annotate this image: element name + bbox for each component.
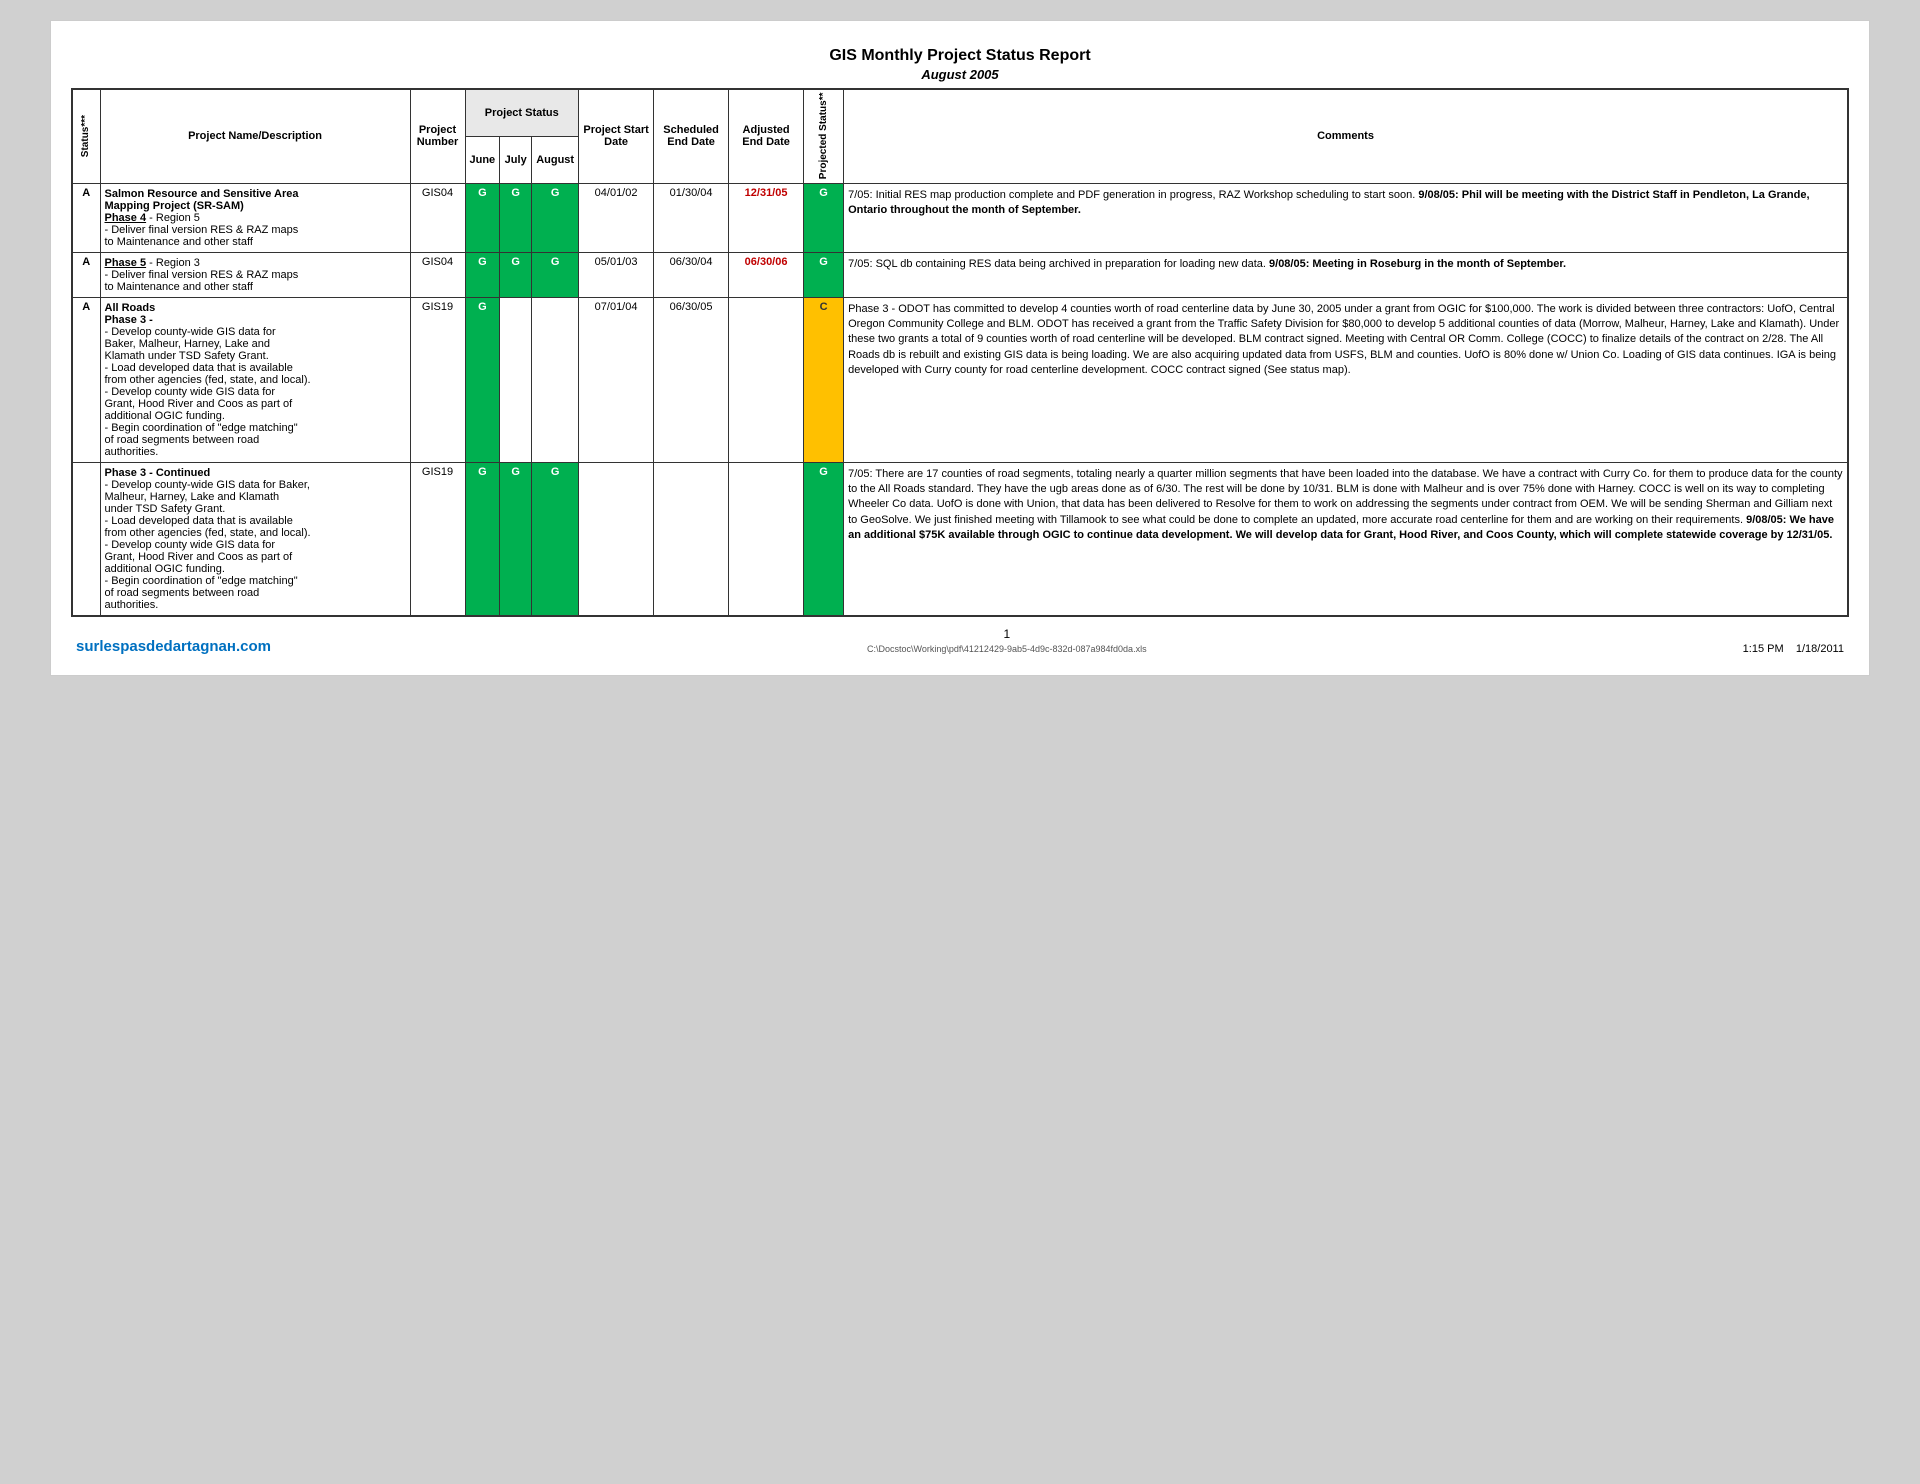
comments-cell: 7/05: There are 17 counties of road segm… (844, 462, 1848, 616)
project-number-header: Project Number (410, 89, 465, 183)
scheduled-end-cell: 01/30/04 (654, 183, 729, 252)
august-status (532, 297, 579, 462)
adjusted-end-cell (729, 297, 804, 462)
august-status: G (532, 252, 579, 297)
project-number-cell: GIS04 (410, 183, 465, 252)
project-name-cell: Phase 3 - Continued - Develop county-wid… (100, 462, 410, 616)
comments-cell: Phase 3 - ODOT has committed to develop … (844, 297, 1848, 462)
start-date-header: Project Start Date (579, 89, 654, 183)
status-header: Status*** (72, 89, 100, 183)
june-status: G (465, 183, 500, 252)
report-title: GIS Monthly Project Status Report (71, 41, 1849, 67)
page: GIS Monthly Project Status Report August… (50, 20, 1870, 676)
june-status: G (465, 297, 500, 462)
project-name-cell: Phase 5 - Region 3 - Deliver final versi… (100, 252, 410, 297)
project-name-cell: All RoadsPhase 3 - - Develop county-wide… (100, 297, 410, 462)
adjusted-end-cell: 06/30/06 (729, 252, 804, 297)
projected-status-header: Projected Status** (804, 89, 844, 183)
table-row: APhase 5 - Region 3 - Deliver final vers… (72, 252, 1848, 297)
projected-status-cell: G (804, 183, 844, 252)
august-header: August (532, 137, 579, 184)
table-row: AAll RoadsPhase 3 - - Develop county-wid… (72, 297, 1848, 462)
row-status (72, 462, 100, 616)
start-date-cell: 04/01/02 (579, 183, 654, 252)
header-row-1: Status*** Project Name/Description Proje… (72, 89, 1848, 137)
timestamp: 1:15 PM 1/18/2011 (1743, 643, 1844, 655)
footer: surlespasdedartagnан.com 1 C:\Docstoc\Wo… (71, 627, 1849, 655)
comments-cell: 7/05: Initial RES map production complet… (844, 183, 1848, 252)
table-row: Phase 3 - Continued - Develop county-wid… (72, 462, 1848, 616)
row-status: A (72, 252, 100, 297)
adjusted-end-cell: 12/31/05 (729, 183, 804, 252)
row-status: A (72, 297, 100, 462)
page-number: 1 C:\Docstoc\Working\pdf\41212429-9ab5-4… (867, 627, 1147, 655)
scheduled-end-cell: 06/30/05 (654, 297, 729, 462)
start-date-cell (579, 462, 654, 616)
july-status: G (500, 252, 532, 297)
start-date-cell: 07/01/04 (579, 297, 654, 462)
projected-status-cell: C (804, 297, 844, 462)
row-status: A (72, 183, 100, 252)
table-row: ASalmon Resource and Sensitive AreaMappi… (72, 183, 1848, 252)
scheduled-end-cell (654, 462, 729, 616)
august-status: G (532, 183, 579, 252)
project-number-cell: GIS19 (410, 297, 465, 462)
start-date-cell: 05/01/03 (579, 252, 654, 297)
june-status: G (465, 252, 500, 297)
august-status: G (532, 462, 579, 616)
comments-cell: 7/05: SQL db containing RES data being a… (844, 252, 1848, 297)
project-name-header: Project Name/Description (100, 89, 410, 183)
july-status: G (500, 462, 532, 616)
scheduled-end-header: Scheduled End Date (654, 89, 729, 183)
june-header: June (465, 137, 500, 184)
adjusted-end-header: Adjusted End Date (729, 89, 804, 183)
project-name-cell: Salmon Resource and Sensitive AreaMappin… (100, 183, 410, 252)
project-number-cell: GIS04 (410, 252, 465, 297)
projected-status-cell: G (804, 252, 844, 297)
status-table: Status*** Project Name/Description Proje… (71, 88, 1849, 617)
report-subtitle: August 2005 (71, 67, 1849, 88)
project-status-header: Project Status (465, 89, 579, 137)
july-header: July (500, 137, 532, 184)
brand-label: surlespasdedartagnан.com (76, 638, 271, 655)
july-status (500, 297, 532, 462)
projected-status-cell: G (804, 462, 844, 616)
project-number-cell: GIS19 (410, 462, 465, 616)
adjusted-end-cell (729, 462, 804, 616)
comments-header: Comments (844, 89, 1848, 183)
july-status: G (500, 183, 532, 252)
scheduled-end-cell: 06/30/04 (654, 252, 729, 297)
june-status: G (465, 462, 500, 616)
